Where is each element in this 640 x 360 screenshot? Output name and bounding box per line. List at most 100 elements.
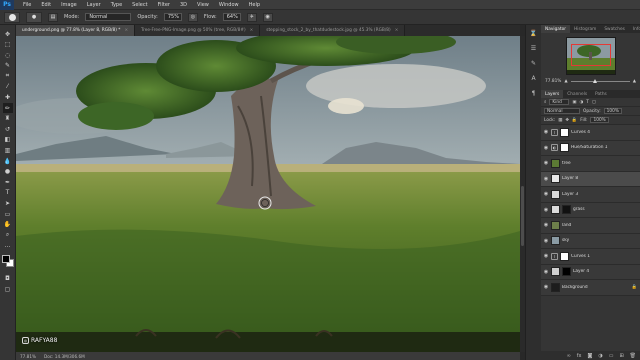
menu-select[interactable]: Select xyxy=(127,2,152,8)
blur-tool-icon[interactable]: 💧 xyxy=(3,156,13,166)
filter-pixel-icon[interactable]: ▣ xyxy=(572,100,576,105)
menu-filter[interactable]: Filter xyxy=(153,2,175,8)
visibility-eye-icon[interactable]: ◉ xyxy=(543,129,549,135)
layer-thumb[interactable] xyxy=(551,282,560,292)
filter-shape-icon[interactable]: ▢ xyxy=(592,100,596,105)
color-swatches[interactable] xyxy=(1,255,14,268)
dodge-tool-icon[interactable]: ● xyxy=(3,167,13,177)
brush-panel-toggle-icon[interactable]: ▤ xyxy=(48,12,58,22)
layer-kind-select[interactable]: Kind xyxy=(549,99,570,105)
new-group-icon[interactable]: ▭ xyxy=(609,353,614,359)
layer-name[interactable]: sky xyxy=(562,238,640,243)
layer-row[interactable]: ◉ ◐ Hue/Saturation 1 xyxy=(541,140,640,156)
new-adjustment-icon[interactable]: ◑ xyxy=(598,353,602,359)
path-selection-tool-icon[interactable]: ➤ xyxy=(3,199,13,209)
zoom-out-icon[interactable]: ▲ xyxy=(564,79,567,84)
tab-info[interactable]: Info xyxy=(629,25,640,33)
blend-mode-select[interactable]: Normal xyxy=(544,108,580,114)
tab-stepping-stock[interactable]: stepping_stock_2_by_thatdudestock.jpg @ … xyxy=(260,25,406,36)
visibility-eye-icon[interactable]: ◉ xyxy=(543,284,549,290)
menu-image[interactable]: Image xyxy=(56,2,82,8)
layer-name[interactable]: tree xyxy=(562,161,640,166)
layer-opacity-field[interactable]: 100% xyxy=(603,108,622,114)
zoom-slider[interactable] xyxy=(570,79,630,83)
close-icon[interactable]: × xyxy=(250,28,254,33)
navigator-preview[interactable] xyxy=(565,37,616,75)
navigator-zoom-value[interactable]: 77.81% xyxy=(545,79,561,84)
layer-thumb[interactable] xyxy=(551,267,560,277)
brush-tool-icon[interactable]: ✏ xyxy=(2,103,13,114)
layer-style-icon[interactable]: fx xyxy=(577,353,582,359)
tab-channels[interactable]: Channels xyxy=(563,90,591,98)
visibility-eye-icon[interactable]: ◉ xyxy=(543,160,549,166)
layer-name[interactable]: Hue/Saturation 1 xyxy=(571,145,640,150)
layer-row[interactable]: ◉ Background 🔒 xyxy=(541,280,640,296)
new-layer-icon[interactable]: ⊞ xyxy=(619,353,623,359)
tab-swatches[interactable]: Swatches xyxy=(600,25,629,33)
tab-underground[interactable]: underground.png @ 77.8% (Layer 8, RGB/8)… xyxy=(16,25,136,36)
layer-thumb[interactable] xyxy=(551,174,560,184)
quick-select-tool-icon[interactable]: ✎ xyxy=(3,61,13,71)
filter-type-icon[interactable]: T xyxy=(586,100,589,105)
navigator-view-box[interactable] xyxy=(570,44,611,66)
visibility-eye-icon[interactable]: ◉ xyxy=(543,176,549,182)
lock-pixels-icon[interactable]: ▦ xyxy=(558,118,562,123)
type-tool-icon[interactable]: T xyxy=(3,188,13,198)
properties-icon[interactable]: ☰ xyxy=(529,44,538,53)
layer-row-selected[interactable]: ◉ Layer 8 xyxy=(541,171,640,187)
visibility-eye-icon[interactable]: ◉ xyxy=(543,238,549,244)
tool-preset-picker[interactable] xyxy=(4,11,20,23)
character-icon[interactable]: A xyxy=(529,74,538,83)
layer-name[interactable]: Layer 8 xyxy=(562,176,640,181)
eraser-tool-icon[interactable]: ◧ xyxy=(3,135,13,145)
zoom-tool-icon[interactable]: ⌕ xyxy=(3,230,13,240)
close-icon[interactable]: × xyxy=(124,28,128,33)
delete-layer-icon[interactable]: 🗑 xyxy=(630,353,636,359)
menu-window[interactable]: Window xyxy=(214,2,244,8)
tab-navigator[interactable]: Navigator xyxy=(541,25,571,33)
layer-row[interactable]: ◉ Layer 3 xyxy=(541,187,640,203)
layer-mask-thumb[interactable] xyxy=(560,251,569,261)
healing-brush-tool-icon[interactable]: ✚ xyxy=(3,93,13,103)
visibility-eye-icon[interactable]: ◉ xyxy=(543,253,549,259)
eyedropper-tool-icon[interactable]: ⁄ xyxy=(3,82,13,92)
document-canvas[interactable] xyxy=(16,36,520,352)
layer-mask-thumb[interactable] xyxy=(562,205,571,215)
layer-row[interactable]: ◉ tree xyxy=(541,156,640,172)
visibility-eye-icon[interactable]: ◉ xyxy=(543,191,549,197)
tab-histogram[interactable]: Histogram xyxy=(570,25,600,33)
visibility-eye-icon[interactable]: ◉ xyxy=(543,222,549,228)
layer-name[interactable]: Curves 4 xyxy=(571,130,640,135)
brush-size-picker[interactable]: ● xyxy=(26,11,42,23)
menu-help[interactable]: Help xyxy=(244,2,265,8)
layer-mask-thumb[interactable] xyxy=(562,267,571,277)
menu-type[interactable]: Type xyxy=(106,2,127,8)
menu-file[interactable]: File xyxy=(18,2,36,8)
filter-adjust-icon[interactable]: ◑ xyxy=(579,100,583,105)
layer-fill-field[interactable]: 100% xyxy=(590,117,609,123)
paragraph-icon[interactable]: ¶ xyxy=(529,89,538,98)
layer-row[interactable]: ◉ land xyxy=(541,218,640,234)
menu-view[interactable]: View xyxy=(192,2,214,8)
zoom-slider-knob[interactable] xyxy=(593,79,598,83)
tab-tree-free-png[interactable]: Tree-Free-PNG-Image.png @ 50% (tree, RGB… xyxy=(135,25,261,36)
close-icon[interactable]: × xyxy=(395,28,399,33)
marquee-tool-icon[interactable]: ⬚ xyxy=(3,40,13,50)
visibility-eye-icon[interactable]: ◉ xyxy=(543,145,549,151)
flow-field[interactable]: 64% xyxy=(222,13,241,21)
menu-layer[interactable]: Layer xyxy=(82,2,106,8)
screen-mode-icon[interactable]: ▢ xyxy=(3,284,13,294)
layer-name[interactable]: Curves 1 xyxy=(571,254,640,259)
clone-stamp-tool-icon[interactable]: ♜ xyxy=(3,114,13,124)
visibility-eye-icon[interactable]: ◉ xyxy=(543,207,549,213)
layer-row[interactable]: ◉ Layer 4 xyxy=(541,264,640,280)
crop-tool-icon[interactable]: ⌗ xyxy=(3,71,13,81)
status-zoom[interactable]: 77.81% xyxy=(20,354,36,359)
foreground-color-swatch[interactable] xyxy=(1,255,10,264)
layer-row[interactable]: ◉ ⌇ Curves 4 xyxy=(541,125,640,141)
zoom-in-icon[interactable]: ▲ xyxy=(633,79,636,84)
layer-row[interactable]: ◉ sky xyxy=(541,233,640,249)
pen-tool-icon[interactable]: ✒ xyxy=(3,177,13,187)
rectangle-tool-icon[interactable]: ▭ xyxy=(3,209,13,219)
scrollbar-thumb[interactable] xyxy=(521,186,524,246)
